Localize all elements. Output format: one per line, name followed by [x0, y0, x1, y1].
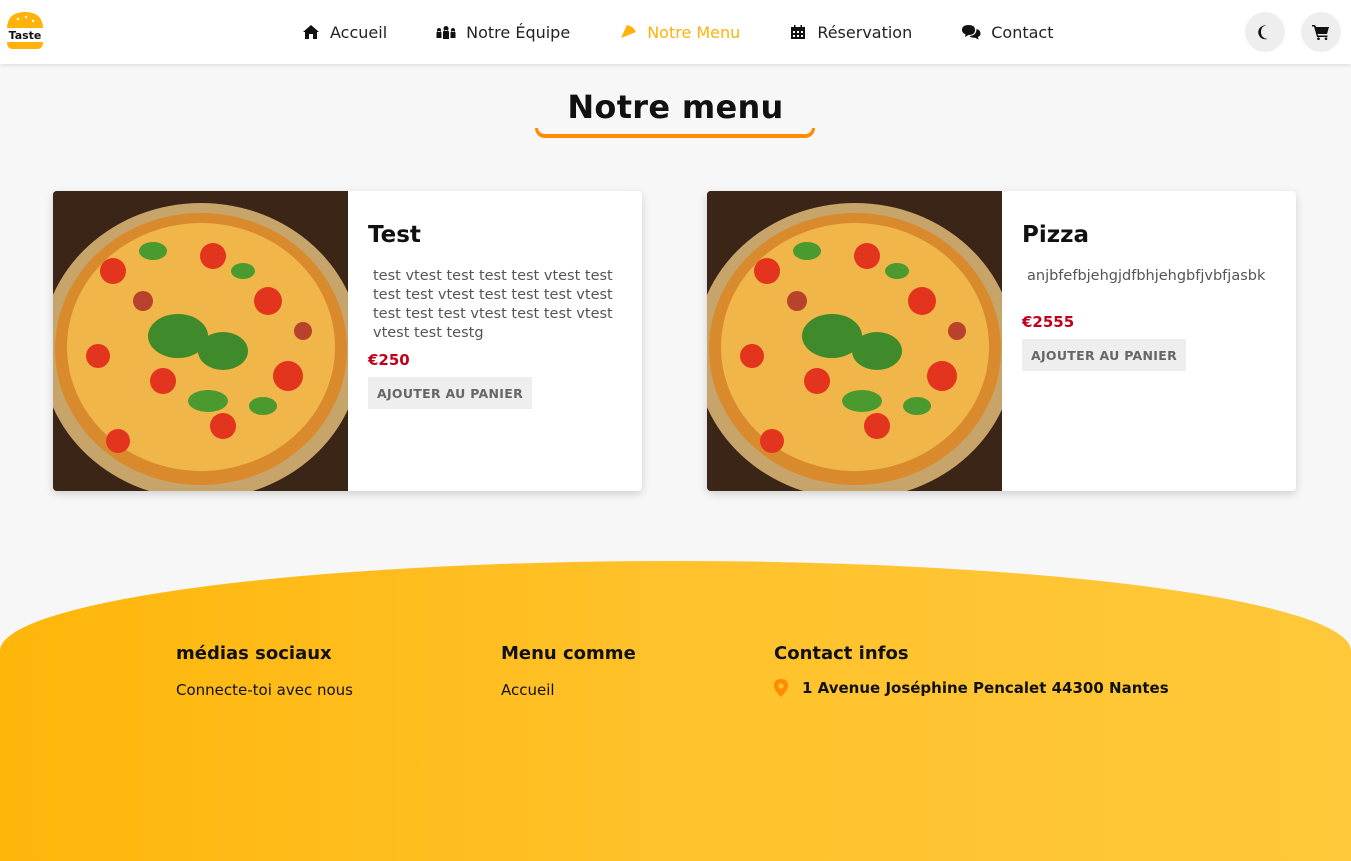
nav-item-reservation[interactable]: Réservation	[789, 23, 912, 42]
logo-text: Taste	[9, 29, 42, 42]
footer-link-accueil[interactable]: Accueil	[501, 681, 555, 699]
item-description: anjbfefbjehgjdfbhjehgbfjvbfjasbk	[1027, 268, 1266, 284]
nav-item-menu[interactable]: Notre Menu	[619, 23, 740, 42]
nav-label-equipe: Notre Équipe	[466, 22, 571, 42]
add-to-cart-button[interactable]: AJOUTER AU PANIER	[368, 377, 532, 409]
pizza-image	[53, 191, 348, 491]
main-nav: Accueil Notre Équipe Notre Menu Réservat…	[302, 0, 1102, 64]
moon-icon	[1258, 25, 1268, 40]
footer-heading-menu: Menu comme	[501, 643, 636, 664]
footer-address-text: 1 Avenue Joséphine Pencalet 44300 Nantes	[802, 679, 1169, 697]
item-name: Pizza	[1022, 222, 1090, 248]
item-description: test vtest test test test vtest test tes…	[373, 268, 613, 341]
nav-label-menu: Notre Menu	[647, 22, 741, 42]
dark-mode-toggle[interactable]	[1245, 12, 1285, 52]
nav-item-equipe[interactable]: Notre Équipe	[436, 23, 570, 42]
footer-address: 1 Avenue Joséphine Pencalet 44300 Nantes	[774, 679, 1169, 697]
footer-heading-social: médias sociaux	[176, 643, 332, 664]
footer-social-text: Connecte-toi avec nous	[176, 681, 353, 699]
navbar: Taste Accueil Notre Équipe Notre Menu Ré…	[0, 0, 1351, 64]
location-pin-icon	[774, 679, 788, 697]
nav-label-contact: Contact	[991, 22, 1054, 42]
chat-icon	[962, 25, 981, 40]
nav-item-contact[interactable]: Contact	[961, 23, 1053, 42]
item-name: Test	[368, 222, 421, 248]
menu-card-pizza: Pizza anjbfefbjehgjdfbhjehgbfjvbfjasbk €…	[707, 191, 1296, 491]
home-icon	[303, 25, 319, 39]
nav-label-reservation: Réservation	[817, 22, 913, 42]
item-price: €2555	[1022, 313, 1075, 331]
nav-item-accueil[interactable]: Accueil	[302, 23, 387, 42]
pizza-icon	[621, 25, 637, 38]
card-body: Test test vtest test test test vtest tes…	[368, 191, 626, 491]
item-price: €250	[368, 351, 410, 369]
page-title: Notre menu	[567, 88, 784, 126]
pizza-image	[707, 191, 1002, 491]
add-to-cart-button[interactable]: AJOUTER AU PANIER	[1022, 339, 1186, 371]
title-underline	[535, 128, 815, 138]
users-icon	[436, 26, 456, 39]
menu-card-test: Test test vtest test test test vtest tes…	[53, 191, 642, 491]
card-body: Pizza anjbfefbjehgjdfbhjehgbfjvbfjasbk €…	[1022, 191, 1280, 491]
footer-heading-contact: Contact infos	[774, 643, 909, 664]
cart-button[interactable]	[1301, 12, 1341, 52]
calendar-icon	[791, 25, 806, 39]
taste-logo[interactable]: Taste	[4, 9, 46, 51]
footer	[0, 561, 1351, 861]
cart-icon	[1312, 25, 1329, 40]
nav-label-accueil: Accueil	[330, 22, 388, 42]
burger-logo-icon: Taste	[6, 12, 44, 49]
